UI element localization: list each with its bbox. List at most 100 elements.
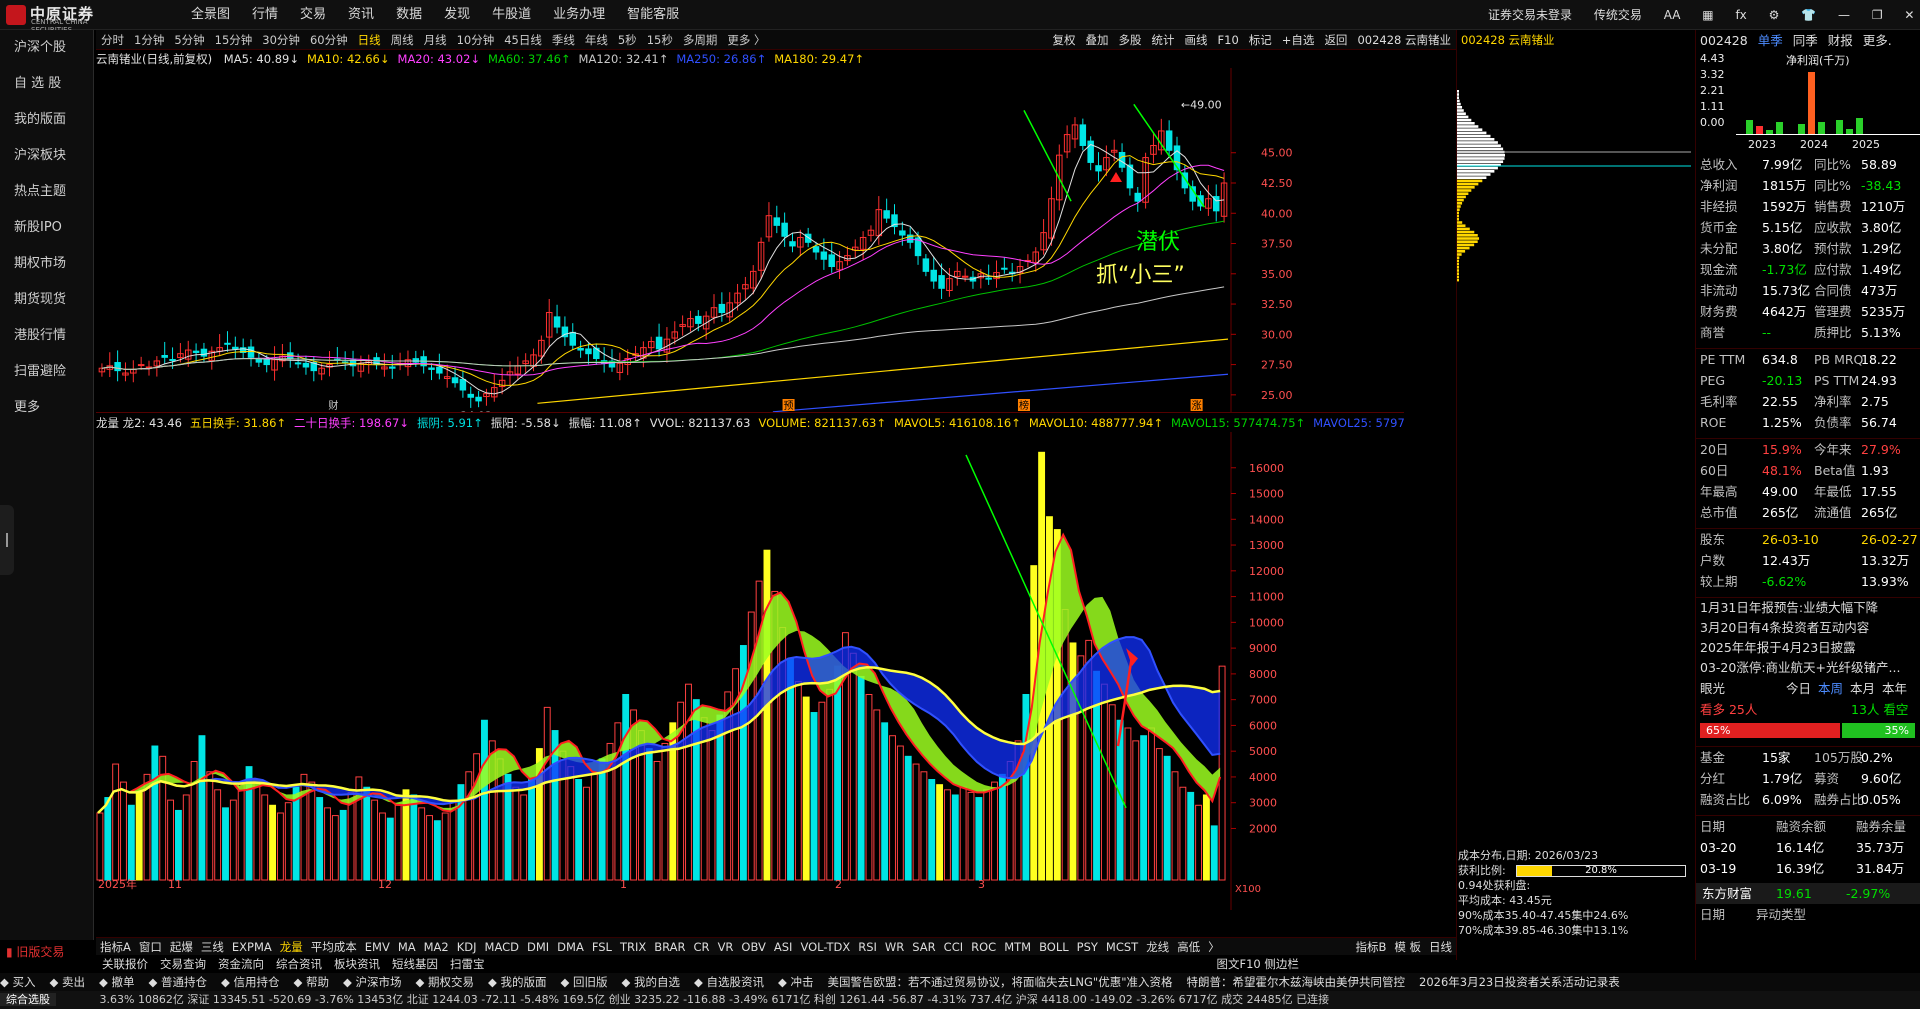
toolbar-item-11[interactable]: ◆ 自选股资讯	[694, 975, 764, 989]
news-item-3[interactable]: 03-20涨停:商业航天+光纤级锗产...	[1696, 658, 1920, 678]
toolbar-item-4[interactable]: ◆ 信用持仓	[221, 975, 280, 989]
period-tab-12[interactable]: 年线	[580, 30, 613, 50]
indicator-tab-14[interactable]: FSL	[588, 938, 616, 956]
chart-tool-4[interactable]: 画线	[1180, 30, 1213, 50]
indicator-tab-16[interactable]: BRAR	[650, 938, 689, 956]
side-ticker[interactable]: 东方财富 19.61 -2.97%	[1696, 883, 1920, 904]
chart-tool-2[interactable]: 多股	[1114, 30, 1147, 50]
f10-sidebar-toggle[interactable]: 图文F10 侧边栏	[1211, 957, 1305, 971]
indicator-tab-9[interactable]: MA2	[420, 938, 453, 956]
info-tab-3[interactable]: 综合资讯	[270, 957, 328, 971]
leftnav-item-5[interactable]: 新股IPO	[0, 210, 93, 246]
view-tab-1[interactable]: 本周	[1818, 678, 1843, 699]
leftnav-item-6[interactable]: 期权市场	[0, 246, 93, 282]
indicator-tab-17[interactable]: CR	[690, 938, 714, 956]
leftnav-item-0[interactable]: 沪深个股	[0, 30, 93, 66]
topnav-item-2[interactable]: 交易	[289, 0, 337, 30]
period-tab-15[interactable]: 多周期	[678, 30, 723, 50]
indicator-tab-0[interactable]: 指标A	[96, 938, 135, 956]
news-ticker-2[interactable]: 特朗普：希望霍尔木兹海峡由美伊共同管控	[1187, 975, 1406, 989]
indicator-tab-32[interactable]: 高低	[1173, 938, 1204, 956]
indicator-tab-27[interactable]: MTM	[1000, 938, 1035, 956]
toolbar-item-8[interactable]: ◆ 我的版面	[488, 975, 547, 989]
news-item-1[interactable]: 3月20日有4条投资者互动内容	[1696, 618, 1920, 638]
shirt-icon[interactable]: 👕	[1801, 8, 1816, 22]
indicator-tab-1[interactable]: 窗口	[135, 938, 166, 956]
chart-tool-8[interactable]: 返回	[1319, 30, 1352, 50]
leftnav-item-10[interactable]: 更多	[0, 390, 93, 426]
f10-tab-3[interactable]: 更多.	[1863, 33, 1892, 48]
period-tab-11[interactable]: 季线	[547, 30, 580, 50]
info-tab-5[interactable]: 短线基因	[386, 957, 444, 971]
info-tab-2[interactable]: 资金流向	[212, 957, 270, 971]
period-tab-13[interactable]: 5秒	[613, 30, 642, 50]
indicator-tab-12[interactable]: DMI	[523, 938, 553, 956]
topnav-item-0[interactable]: 全景图	[180, 0, 241, 30]
leftnav-item-4[interactable]: 热点主题	[0, 174, 93, 210]
view-tab-0[interactable]: 今日	[1786, 678, 1811, 699]
indicator-tab-11[interactable]: MACD	[481, 938, 523, 956]
news-item-0[interactable]: 1月31日年报预告:业绩大幅下降	[1696, 598, 1920, 618]
indicator-tab-13[interactable]: DMA	[553, 938, 588, 956]
login-status[interactable]: 证券交易未登录	[1488, 8, 1572, 22]
minimize-icon[interactable]: —	[1838, 8, 1850, 22]
indicator-tab-5[interactable]: 龙量	[276, 938, 307, 956]
period-tab-3[interactable]: 15分钟	[210, 30, 258, 50]
chart-tool-0[interactable]: 复权	[1048, 30, 1081, 50]
toolbar-item-12[interactable]: ◆ 冲击	[778, 975, 814, 989]
indicator-tab-31[interactable]: 龙线	[1142, 938, 1173, 956]
indicator-tab-28[interactable]: BOLL	[1035, 938, 1073, 956]
status-label[interactable]: 综合选股	[0, 993, 56, 1006]
indicator-tab-33[interactable]: 〉	[1204, 938, 1224, 956]
view-tab-3[interactable]: 本年	[1882, 678, 1907, 699]
font-size-icon[interactable]: A͏A	[1664, 8, 1681, 22]
indicator-tab-20[interactable]: ASI	[770, 938, 797, 956]
news-ticker-3[interactable]: 2026年3月23日投资者关系活动记录表	[1419, 975, 1620, 989]
period-tab-10[interactable]: 45日线	[499, 30, 547, 50]
indicator-tab-7[interactable]: EMV	[361, 938, 394, 956]
toolbar-item-7[interactable]: ◆ 期权交易	[416, 975, 475, 989]
volume-chart[interactable]: 1600015000140001300012000110001000090008…	[96, 432, 1404, 910]
indicator-tab-18[interactable]: VR	[714, 938, 738, 956]
topnav-item-8[interactable]: 智能客服	[616, 0, 690, 30]
info-tab-1[interactable]: 交易查询	[154, 957, 212, 971]
close-icon[interactable]: ✕	[1904, 8, 1914, 22]
leftnav-item-2[interactable]: 我的版面	[0, 102, 93, 138]
leftnav-item-7[interactable]: 期货现货	[0, 282, 93, 318]
period-tab-16[interactable]: 更多 〉	[722, 30, 770, 50]
chart-tool-5[interactable]: F10	[1213, 30, 1244, 50]
indicator-tab-24[interactable]: SAR	[908, 938, 939, 956]
topnav-item-6[interactable]: 牛股道	[481, 0, 542, 30]
indicator-right-1[interactable]: 模 板	[1390, 938, 1425, 956]
period-tab-6[interactable]: 日线	[353, 30, 386, 50]
indicator-tab-6[interactable]: 平均成本	[307, 938, 361, 956]
indicator-right-2[interactable]: 日线	[1425, 938, 1456, 956]
leftnav-item-3[interactable]: 沪深板块	[0, 138, 93, 174]
indicator-tab-25[interactable]: CCI	[940, 938, 967, 956]
toolbar-item-1[interactable]: ◆ 卖出	[50, 975, 86, 989]
info-tab-4[interactable]: 板块资讯	[328, 957, 386, 971]
indicator-tab-23[interactable]: WR	[881, 938, 908, 956]
toolbar-item-3[interactable]: ◆ 普通持仓	[149, 975, 208, 989]
toolbar-item-0[interactable]: ◆ 买入	[0, 975, 36, 989]
indicator-tab-29[interactable]: PSY	[1073, 938, 1102, 956]
topnav-item-5[interactable]: 发现	[433, 0, 481, 30]
period-tab-0[interactable]: 分时	[96, 30, 129, 50]
period-tab-9[interactable]: 10分钟	[452, 30, 500, 50]
chart-tool-7[interactable]: +自选	[1277, 30, 1320, 50]
info-tab-6[interactable]: 扫雷宝	[444, 957, 491, 971]
indicator-tab-22[interactable]: RSI	[854, 938, 881, 956]
period-tab-8[interactable]: 月线	[419, 30, 452, 50]
leftnav-item-9[interactable]: 扫雷避险	[0, 354, 93, 390]
toolbar-item-5[interactable]: ◆ 帮助	[294, 975, 330, 989]
period-tab-1[interactable]: 1分钟	[129, 30, 169, 50]
indicator-tab-21[interactable]: VOL-TDX	[796, 938, 854, 956]
period-tab-4[interactable]: 30分钟	[257, 30, 305, 50]
indicator-tab-15[interactable]: TRIX	[616, 938, 650, 956]
price-chart[interactable]: 45.00 42.50 40.00 37.50 35.00 32.50 30.00 27.50…	[96, 68, 1404, 413]
period-tab-7[interactable]: 周线	[386, 30, 419, 50]
collapse-handle[interactable]	[0, 505, 14, 575]
toolbar-item-10[interactable]: ◆ 我的自选	[622, 975, 681, 989]
chart-tool-3[interactable]: 统计	[1147, 30, 1180, 50]
indicator-tab-3[interactable]: 三线	[197, 938, 228, 956]
